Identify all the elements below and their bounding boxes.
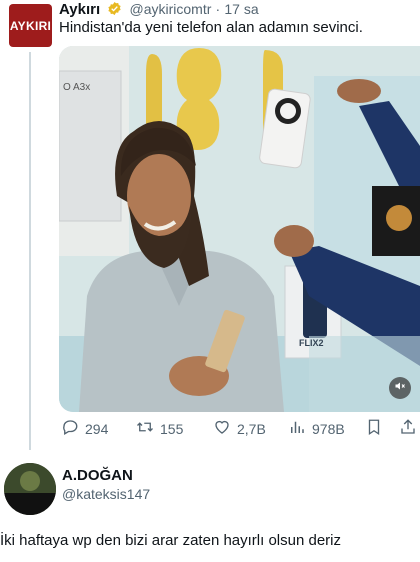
tweet-text: Hindistan'da yeni telefon alan adamın se…: [59, 19, 363, 36]
mute-button[interactable]: [389, 377, 411, 399]
meta-separator: ·: [215, 1, 221, 17]
tweet-video[interactable]: O A3x FLIX2: [59, 46, 420, 412]
like-count: 2,7B: [237, 420, 266, 437]
share-icon: [399, 418, 417, 439]
views-count: 978B: [312, 420, 345, 437]
tweet[interactable]: AYKIRI Aykırı @aykiricomtr · 17 sa Hindi…: [0, 0, 420, 450]
author-name[interactable]: Aykırı: [59, 1, 100, 18]
mute-icon: [394, 379, 406, 397]
share-button[interactable]: [399, 418, 417, 439]
author-avatar[interactable]: AYKIRI: [9, 4, 52, 47]
reply-avatar[interactable]: [4, 463, 56, 515]
reply-count: 294: [85, 420, 109, 437]
bookmark-button[interactable]: [365, 418, 383, 439]
video-frame: O A3x FLIX2: [59, 46, 420, 412]
reply-author-handle[interactable]: @kateksis147: [62, 486, 150, 502]
author-handle[interactable]: @aykiricomtr: [129, 1, 211, 17]
thread-line: [29, 52, 31, 450]
tweet-actions: 294 155 2,7B 978B: [59, 418, 420, 442]
retweet-icon: [136, 418, 154, 439]
reply-text: İki haftaya wp den bizi arar zaten hayır…: [0, 532, 342, 549]
box-label-flix: FLIX2: [299, 338, 324, 348]
tweet-time[interactable]: 17 sa: [224, 1, 258, 17]
reply-author-name[interactable]: A.DOĞAN: [62, 467, 133, 484]
reply-action[interactable]: 294: [61, 418, 108, 439]
verified-icon: [107, 1, 122, 20]
reply-avatar-image: [4, 463, 56, 515]
box-label-a3x: O A3x: [63, 82, 90, 93]
retweet-count: 155: [160, 420, 184, 437]
views-action[interactable]: 978B: [288, 418, 345, 439]
tweet-header: Aykırı @aykiricomtr · 17 sa: [59, 1, 259, 20]
retweet-action[interactable]: 155: [136, 418, 183, 439]
reply-icon: [61, 418, 79, 439]
views-icon: [288, 418, 306, 439]
avatar-logo-text: AYKIRI: [9, 18, 52, 33]
like-action[interactable]: 2,7B: [213, 418, 266, 439]
bookmark-icon: [365, 418, 383, 439]
like-icon: [213, 418, 231, 439]
